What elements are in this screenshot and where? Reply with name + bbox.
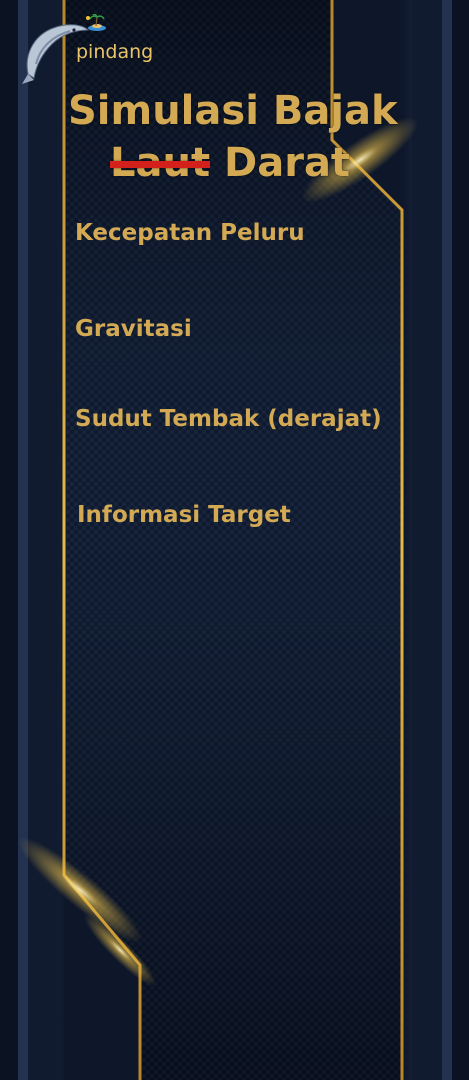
menu-item-informasi-target[interactable]: Informasi Target — [77, 502, 291, 528]
page-title: Simulasi Bajak Laut Darat — [68, 85, 413, 189]
title-word-darat: Darat — [224, 140, 351, 186]
app-screen: pindang Simulasi Bajak Laut Darat Kecepa… — [0, 0, 469, 1080]
menu-item-kecepatan-peluru[interactable]: Kecepatan Peluru — [75, 220, 305, 246]
title-line-2: Laut Darat — [68, 137, 413, 189]
struck-word: Laut — [110, 140, 211, 186]
app-logo: pindang — [22, 14, 154, 86]
menu-item-sudut-tembak[interactable]: Sudut Tembak (derajat) — [75, 406, 382, 432]
logo-text: pindang — [76, 41, 154, 63]
menu-item-gravitasi[interactable]: Gravitasi — [75, 316, 192, 342]
title-line-1: Simulasi Bajak — [68, 88, 398, 134]
